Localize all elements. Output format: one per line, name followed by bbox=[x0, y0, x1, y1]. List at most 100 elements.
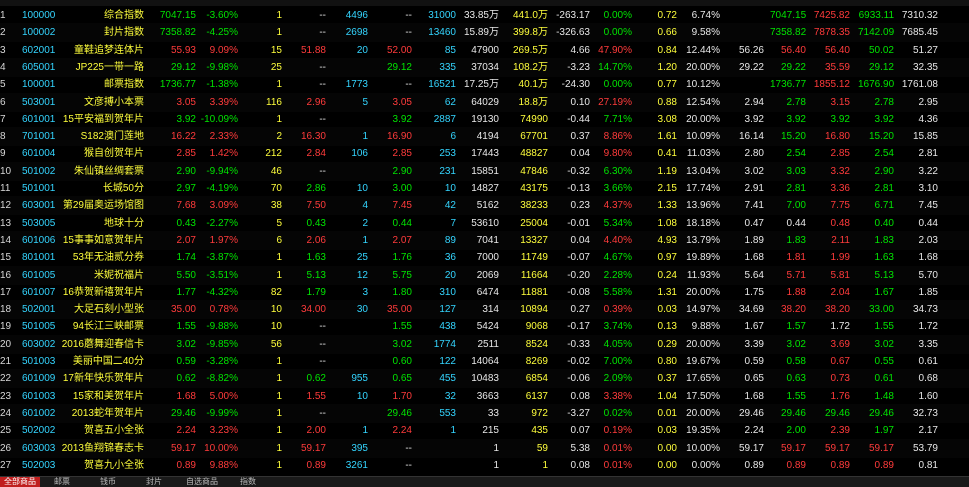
cell-vol: 5162 bbox=[476, 200, 499, 212]
table-row[interactable]: 9 601004 猴自创贺年片 2.85 1.42% 212 2.84 106 2.85 253 1… bbox=[0, 144, 969, 163]
cell-chg: 3.66% bbox=[603, 183, 632, 194]
table-row[interactable]: 18 502001 大足石刻小型张 35.00 0.78% 10 34.00 30 35.00 1… bbox=[0, 300, 969, 320]
cell-amt: -0.32 bbox=[567, 165, 590, 177]
cell-bid: 0.62 bbox=[306, 373, 326, 385]
cell-rate: 2.94 bbox=[744, 96, 764, 108]
cell-vol: 47900 bbox=[471, 44, 499, 56]
cell-pct: -9.99% bbox=[206, 407, 238, 419]
table-row[interactable]: 4 605001 JP225一带一路 29.12 -9.98% 25 -- 29.12 335 3… bbox=[0, 57, 969, 77]
cell-ratio: 19.67% bbox=[686, 356, 720, 367]
cell-ask: 5.75 bbox=[392, 269, 412, 281]
table-row[interactable]: 23 601003 15家和美贺年片 1.68 5.00% 1 1.55 10 1.70 32 36… bbox=[0, 387, 969, 406]
cell-vol: 19130 bbox=[471, 113, 499, 125]
cell-askvol: 32 bbox=[444, 390, 456, 402]
cell-name: 文彦搏小本票 bbox=[84, 96, 144, 108]
cell-high: 6.71 bbox=[874, 200, 894, 212]
cell-ask: 1.80 bbox=[392, 286, 412, 298]
cell-ask: 1.76 bbox=[392, 252, 412, 264]
table-row[interactable]: 27 502003 贺喜九小全张 0.89 9.88% 1 0.89 3261 -- 1 1 0.08… bbox=[0, 456, 969, 475]
cell-rate: 34.69 bbox=[738, 304, 764, 316]
cell-high: 3.02 bbox=[874, 338, 894, 350]
cell-avg bbox=[940, 387, 965, 406]
cell-chgpct: 1.19 bbox=[657, 165, 677, 177]
cell-chg: 5.34% bbox=[603, 217, 632, 229]
cell-pct: -9.88% bbox=[206, 321, 238, 333]
cell-open: 16.80 bbox=[824, 131, 850, 143]
table-row[interactable]: 10 501002 朱仙镇丝绸套票 2.90 -9.94% 46 -- 2.90 231 1585… bbox=[0, 161, 969, 181]
table-row[interactable]: 19 501005 94长江三峡邮票 1.55 -9.88% 10 -- 1.55 438 542… bbox=[0, 317, 969, 336]
cell-turn: 435 bbox=[531, 425, 548, 437]
cell-askvol: 20 bbox=[444, 269, 456, 281]
table-row[interactable]: 13 503005 地球十分 0.43 -2.27% 5 0.43 2 0.44 7 53610 25… bbox=[0, 214, 969, 233]
cell-amt: -0.01 bbox=[567, 217, 590, 229]
table-row[interactable]: 22 601009 17新年快乐贺年片 0.62 -8.82% 1 0.62 955 0.65 4… bbox=[0, 369, 969, 389]
cell-bidvol: 1 bbox=[362, 425, 368, 437]
cell-rate: 56.26 bbox=[738, 44, 764, 56]
cell-chgpct: 1.31 bbox=[657, 286, 677, 298]
cell-rate: 16.14 bbox=[738, 131, 764, 143]
cell-ask: 1.70 bbox=[392, 390, 412, 402]
cell-prev: 0.89 bbox=[786, 459, 806, 471]
table-row[interactable]: 12 603001 第29届奥运场馆图 7.68 3.09% 38 7.50 4 7.45 42 5… bbox=[0, 196, 969, 216]
table-row[interactable]: 25 502002 贺喜五小全张 2.24 3.23% 1 2.00 1 2.24 1 215 435… bbox=[0, 421, 969, 440]
table-row[interactable]: 17 601007 16恭贺新禧贺年片 1.77 -4.32% 82 1.79 3 1.80 31… bbox=[0, 283, 969, 302]
table-row[interactable]: 1 100000 综合指数 7047.15 -3.60% 1 -- 4496 -- 31000 33… bbox=[0, 6, 969, 25]
table-row[interactable]: 24 601002 2013蛇年贺年片 29.46 -9.99% 1 -- 29.46 553 3… bbox=[0, 403, 969, 423]
cell-askvol: 2887 bbox=[433, 113, 456, 125]
cell-askvol: 62 bbox=[444, 96, 456, 108]
cell-open: 5.81 bbox=[830, 269, 850, 281]
cell-low: 7310.32 bbox=[901, 10, 938, 21]
cell-askvol: 553 bbox=[439, 407, 456, 419]
cell-ask: -- bbox=[405, 27, 412, 39]
cell-low: 2.95 bbox=[918, 96, 938, 108]
cell-low: 32.35 bbox=[912, 61, 938, 73]
cell-low: 34.73 bbox=[912, 304, 938, 316]
cell-chg: 0.01% bbox=[603, 459, 632, 471]
cell-bid: -- bbox=[319, 61, 326, 73]
table-row[interactable]: 21 501003 美丽中国二40分 0.59 -3.28% 1 -- 0.60 122 1406… bbox=[0, 352, 969, 371]
cell-vol: 7041 bbox=[476, 234, 499, 246]
cell-chgpct: 0.66 bbox=[657, 27, 677, 39]
cell-bid: 2.86 bbox=[306, 183, 326, 194]
cell-amt: 0.23 bbox=[570, 200, 590, 212]
cell-open: 1.76 bbox=[830, 390, 850, 402]
cell-low: 53.79 bbox=[912, 442, 938, 454]
cell-chg: 7.71% bbox=[603, 113, 632, 125]
cell-ratio: 13.79% bbox=[686, 234, 720, 246]
cell-bid: -- bbox=[319, 113, 326, 125]
cell-name: 长城50分 bbox=[102, 183, 144, 194]
cell-vol: 2511 bbox=[477, 338, 499, 350]
table-row[interactable]: 3 602001 童鞋追梦连体片 55.93 9.09% 15 51.88 20 52.00 85… bbox=[0, 41, 969, 60]
cell-ask: 3.92 bbox=[392, 113, 412, 125]
table-row[interactable]: 6 503001 文彦搏小本票 3.05 3.39% 116 2.96 5 3.05 62 6402… bbox=[0, 92, 969, 112]
cell-rate: 0.65 bbox=[744, 373, 764, 385]
cell-ratio: 9.88% bbox=[691, 321, 720, 333]
table-row[interactable]: 8 701001 S182澳门莲地 16.22 2.33% 2 16.30 1 16.90 6 41… bbox=[0, 127, 969, 147]
cell-turn: 6137 bbox=[525, 390, 548, 402]
table-row[interactable]: 14 601006 15事事如意贺年片 2.07 1.97% 6 2.06 1 2.07 89 70… bbox=[0, 230, 969, 250]
cell-askvol: 455 bbox=[439, 373, 456, 385]
table-row[interactable]: 5 100001 邮票指数 1736.77 -1.38% 1 -- 1773 -- 16521 17… bbox=[0, 75, 969, 94]
cell-open: 38.20 bbox=[824, 304, 850, 316]
cell-price: 3.02 bbox=[176, 338, 196, 350]
cell-turn: 74990 bbox=[520, 113, 548, 125]
cell-chgpct: 0.29 bbox=[657, 338, 677, 350]
table-row[interactable]: 11 501001 长城50分 2.97 -4.19% 70 2.86 10 3.00 10 148… bbox=[0, 179, 969, 198]
cell-prev: 7047.15 bbox=[770, 10, 806, 21]
table-row[interactable]: 20 603002 2016蘑舞迎春信卡 3.02 -9.85% 56 -- 3.02 1774… bbox=[0, 334, 969, 354]
cell-idx: 6 bbox=[0, 96, 6, 108]
table-row[interactable]: 26 603003 2013鱼翔锦春志卡 59.17 10.00% 1 59.17 395 --… bbox=[0, 438, 969, 458]
cell-qty: 1 bbox=[276, 252, 282, 264]
cell-turn: 11881 bbox=[520, 286, 548, 298]
table-row[interactable]: 2 100002 封片指数 7358.82 -4.25% 1 -- 2698 -- 13460 15… bbox=[0, 23, 969, 43]
cell-ask: 2.07 bbox=[392, 234, 412, 246]
table-row[interactable]: 16 601005 米妮祝福片 5.50 -3.51% 1 5.13 12 5.75 20 2069… bbox=[0, 265, 969, 285]
cell-chg: 3.74% bbox=[603, 321, 632, 333]
cell-idx: 25 bbox=[0, 425, 12, 437]
table-row[interactable]: 7 601001 15平安福到贺年片 3.92 -10.09% 1 -- 3.92 2887 19… bbox=[0, 110, 969, 129]
table-row[interactable]: 15 801001 53年无油贰分券 1.74 -3.87% 1 1.63 25 1.76 36 7… bbox=[0, 248, 969, 267]
cell-chg: 8.86% bbox=[603, 131, 632, 143]
cell-prev: 1736.77 bbox=[770, 79, 806, 91]
cell-bidvol bbox=[330, 58, 368, 77]
cell-idx: 8 bbox=[0, 131, 6, 143]
